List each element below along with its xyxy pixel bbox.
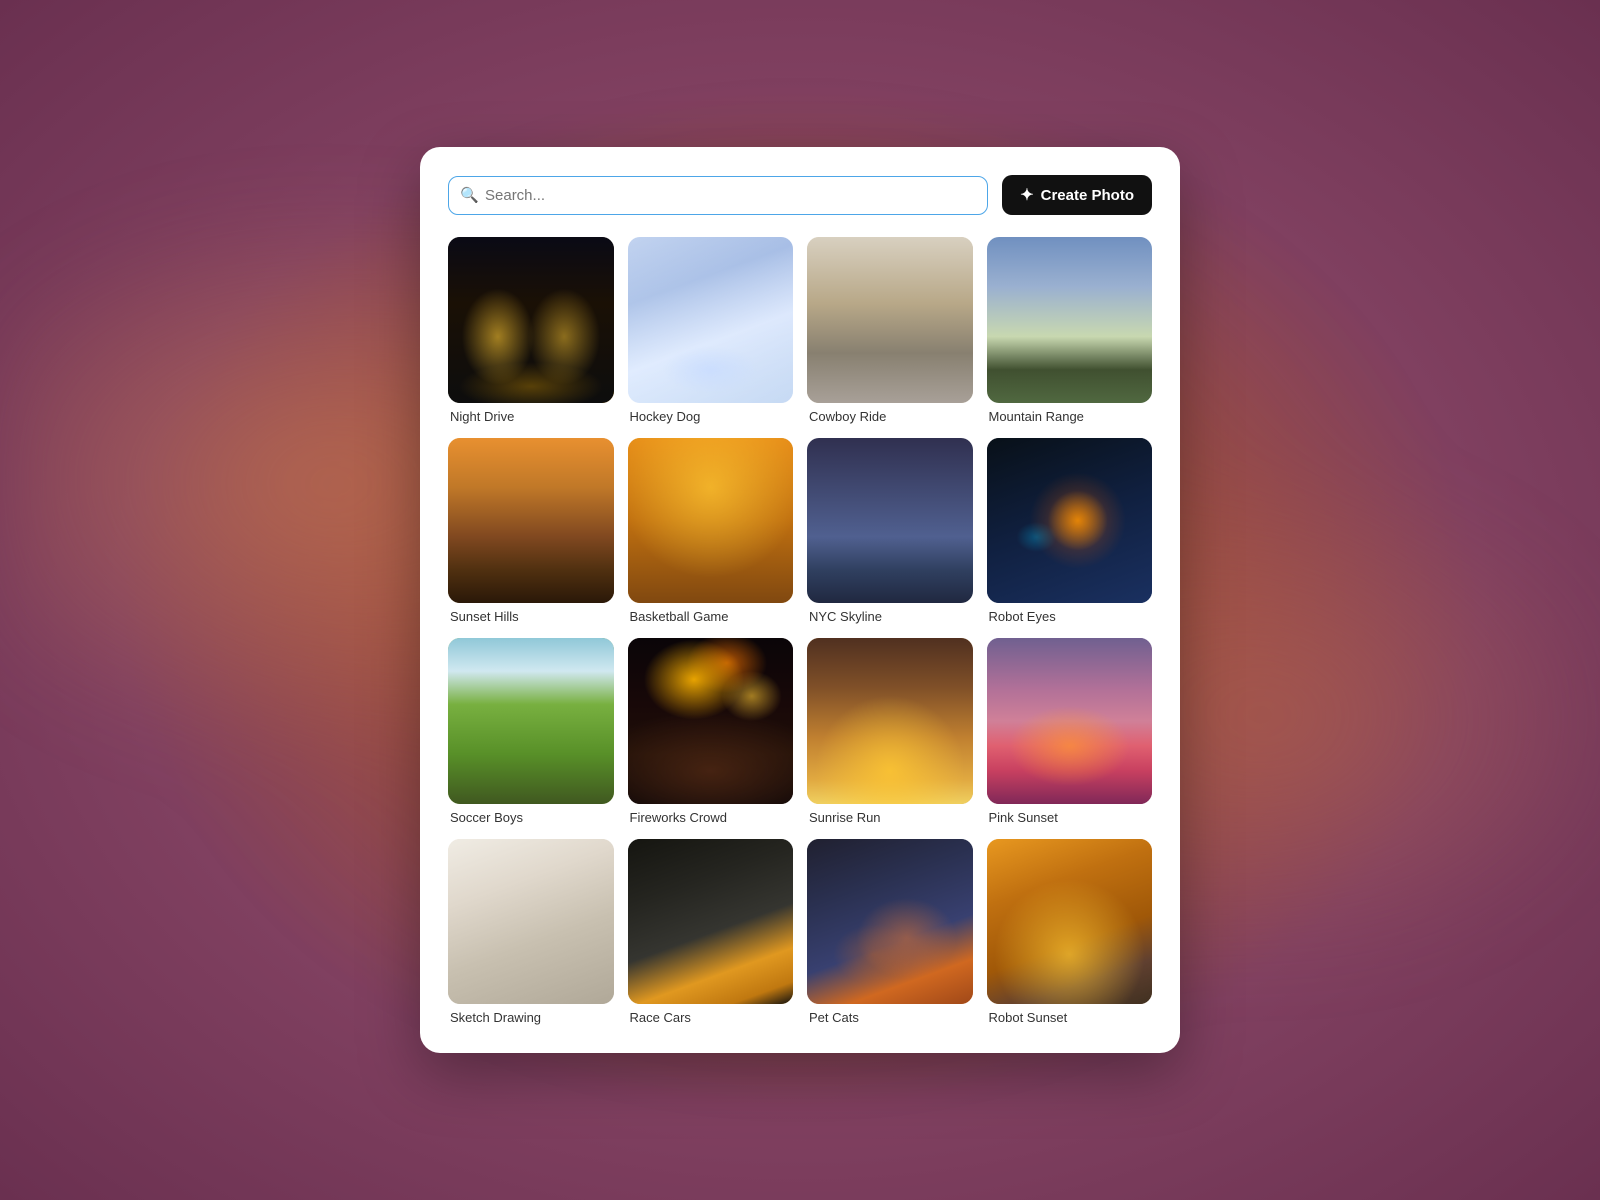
photo-item-robot-sunset[interactable]: Robot Sunset — [987, 839, 1153, 1026]
photo-thumb-pink-sunset — [987, 638, 1153, 804]
photo-thumb-mountain-range — [987, 237, 1153, 403]
top-bar: 🔍 ✦ Create Photo — [448, 175, 1152, 215]
photo-item-nyc-skyline[interactable]: NYC Skyline — [807, 438, 973, 625]
photo-item-pink-sunset[interactable]: Pink Sunset — [987, 638, 1153, 825]
photo-thumb-cowboy-ride — [807, 237, 973, 403]
photo-label-pet-cats: Pet Cats — [807, 1010, 973, 1025]
photo-label-pink-sunset: Pink Sunset — [987, 810, 1153, 825]
photo-item-hockey-dog[interactable]: Hockey Dog — [628, 237, 794, 424]
photo-label-hockey-dog: Hockey Dog — [628, 409, 794, 424]
photo-thumb-sunset-hills — [448, 438, 614, 604]
search-input[interactable] — [448, 176, 988, 215]
photo-thumb-race-cars — [628, 839, 794, 1005]
photo-thumb-robot-sunset — [987, 839, 1153, 1005]
photo-label-basketball-game: Basketball Game — [628, 609, 794, 624]
photo-label-sunset-hills: Sunset Hills — [448, 609, 614, 624]
photo-thumb-sunrise-run — [807, 638, 973, 804]
photo-label-night-drive: Night Drive — [448, 409, 614, 424]
photo-label-race-cars: Race Cars — [628, 1010, 794, 1025]
create-photo-button[interactable]: ✦ Create Photo — [1002, 175, 1152, 215]
photo-item-sunrise-run[interactable]: Sunrise Run — [807, 638, 973, 825]
main-panel: 🔍 ✦ Create Photo Night Drive Hockey Dog Co… — [420, 147, 1180, 1053]
photo-label-fireworks-crowd: Fireworks Crowd — [628, 810, 794, 825]
search-wrapper: 🔍 — [448, 176, 988, 215]
photo-thumb-fireworks-crowd — [628, 638, 794, 804]
photo-item-sketch[interactable]: Sketch Drawing — [448, 839, 614, 1026]
photo-thumb-robot-eyes — [987, 438, 1153, 604]
photo-thumb-nyc-skyline — [807, 438, 973, 604]
photo-item-pet-cats[interactable]: Pet Cats — [807, 839, 973, 1026]
photo-item-cowboy-ride[interactable]: Cowboy Ride — [807, 237, 973, 424]
photo-item-fireworks-crowd[interactable]: Fireworks Crowd — [628, 638, 794, 825]
photo-label-robot-sunset: Robot Sunset — [987, 1010, 1153, 1025]
photo-thumb-hockey-dog — [628, 237, 794, 403]
create-photo-label: Create Photo — [1041, 187, 1134, 204]
photo-thumb-sketch — [448, 839, 614, 1005]
photo-item-basketball-game[interactable]: Basketball Game — [628, 438, 794, 625]
photo-item-night-drive[interactable]: Night Drive — [448, 237, 614, 424]
photo-thumb-night-drive — [448, 237, 614, 403]
photo-item-mountain-range[interactable]: Mountain Range — [987, 237, 1153, 424]
photo-item-robot-eyes[interactable]: Robot Eyes — [987, 438, 1153, 625]
photo-label-soccer-boys: Soccer Boys — [448, 810, 614, 825]
photo-label-cowboy-ride: Cowboy Ride — [807, 409, 973, 424]
photo-item-sunset-hills[interactable]: Sunset Hills — [448, 438, 614, 625]
photo-label-sketch: Sketch Drawing — [448, 1010, 614, 1025]
photo-label-nyc-skyline: NYC Skyline — [807, 609, 973, 624]
photo-label-robot-eyes: Robot Eyes — [987, 609, 1153, 624]
photo-thumb-soccer-boys — [448, 638, 614, 804]
photo-label-sunrise-run: Sunrise Run — [807, 810, 973, 825]
photo-label-mountain-range: Mountain Range — [987, 409, 1153, 424]
photo-thumb-pet-cats — [807, 839, 973, 1005]
photo-item-race-cars[interactable]: Race Cars — [628, 839, 794, 1026]
wand-icon: ✦ — [1020, 185, 1033, 205]
photo-item-soccer-boys[interactable]: Soccer Boys — [448, 638, 614, 825]
photo-thumb-basketball-game — [628, 438, 794, 604]
photo-grid: Night Drive Hockey Dog Cowboy Ride Mountain… — [448, 237, 1152, 1025]
